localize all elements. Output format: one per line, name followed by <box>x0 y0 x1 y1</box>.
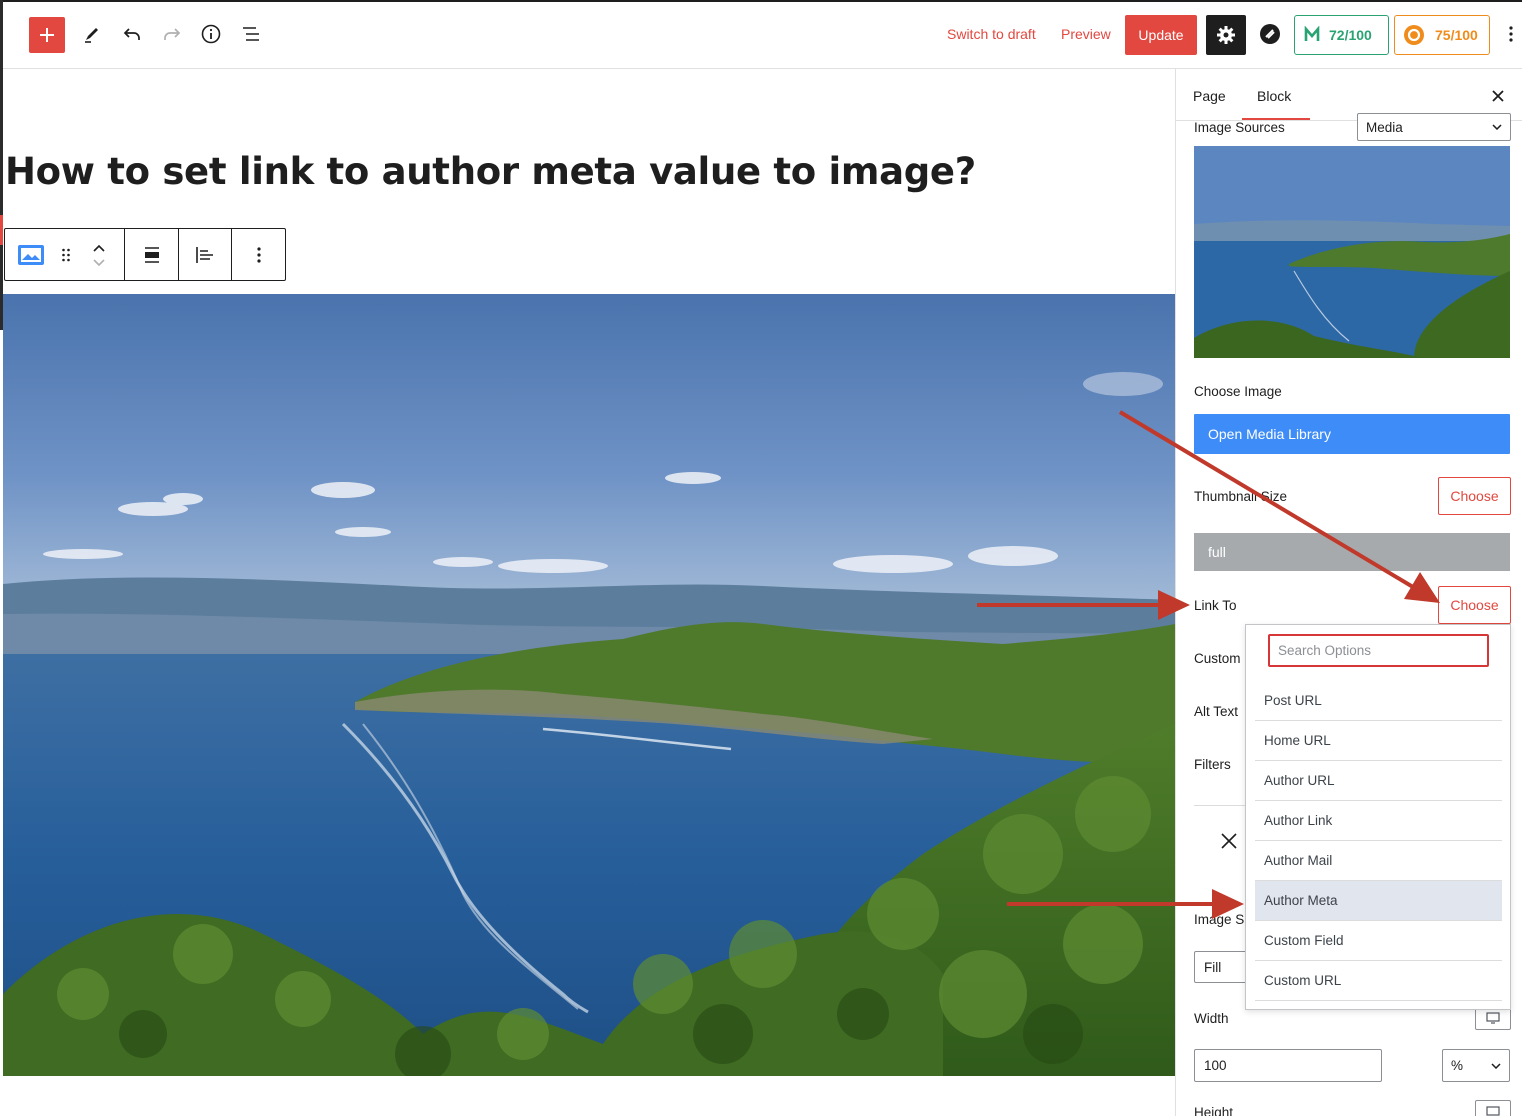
remove-button[interactable] <box>1220 832 1240 852</box>
image-sources-value: Media <box>1366 119 1403 135</box>
close-sidebar-button[interactable] <box>1488 86 1508 106</box>
desktop-icon <box>1486 1012 1500 1024</box>
drag-handle-icon <box>62 248 70 261</box>
post-title[interactable]: How to set link to author meta value to … <box>5 150 976 193</box>
option-custom-field[interactable]: Custom Field <box>1255 921 1502 961</box>
undo-icon <box>123 28 140 40</box>
tab-page[interactable]: Page <box>1193 88 1226 104</box>
chevron-up-down-icon <box>93 244 105 266</box>
tab-block[interactable]: Block <box>1257 88 1291 104</box>
chevron-down-icon <box>1492 124 1502 130</box>
redo-icon <box>164 28 181 40</box>
readability-logo-icon <box>1404 25 1424 45</box>
option-author-mail[interactable]: Author Mail <box>1255 841 1502 881</box>
plugin-button[interactable] <box>1252 16 1288 52</box>
alt-text-label: Alt Text <box>1194 704 1239 719</box>
link-to-label: Link To <box>1194 598 1237 613</box>
image-sources-select[interactable]: Media <box>1357 113 1511 141</box>
align-wide-icon <box>144 246 159 263</box>
wide-align-button[interactable] <box>125 229 178 280</box>
drag-handle[interactable] <box>57 229 75 280</box>
tools-button[interactable] <box>74 16 110 52</box>
chevron-down-icon <box>1491 1062 1501 1069</box>
link-to-choose-button[interactable]: Choose <box>1438 586 1511 624</box>
width-unit-select[interactable]: % <box>1442 1049 1510 1082</box>
object-fit-value: Fill <box>1204 959 1222 975</box>
thumbnail-size-value[interactable]: full <box>1194 533 1510 571</box>
plugin-logo-icon <box>1260 24 1280 44</box>
move-up-down-buttons[interactable] <box>75 229 123 280</box>
block-mover-group <box>5 229 125 280</box>
pencil-icon <box>85 28 98 43</box>
text-align-group <box>179 229 232 280</box>
block-options-button[interactable] <box>232 229 285 280</box>
block-toolbar <box>4 228 286 281</box>
details-button[interactable] <box>193 16 229 52</box>
seo-score-badge[interactable]: 72/100 <box>1294 15 1389 55</box>
option-author-link[interactable]: Author Link <box>1255 801 1502 841</box>
switch-to-draft-link[interactable]: Switch to draft <box>947 26 1036 42</box>
readability-score-value: 75/100 <box>1435 27 1478 43</box>
info-icon <box>201 24 221 44</box>
responsive-device-toggle[interactable] <box>1475 1100 1511 1116</box>
list-view-icon <box>243 27 259 41</box>
add-block-button[interactable] <box>29 17 65 53</box>
seo-logo-icon <box>1304 26 1320 41</box>
search-options-input[interactable]: Search Options <box>1268 634 1489 667</box>
thumbnail-choose-button[interactable]: Choose <box>1438 477 1511 515</box>
width-value: 100 <box>1204 1058 1227 1073</box>
close-icon <box>1492 90 1504 102</box>
align-group <box>125 229 179 280</box>
width-input[interactable]: 100 <box>1194 1049 1382 1082</box>
option-post-url[interactable]: Post URL <box>1255 681 1502 721</box>
seo-score-value: 72/100 <box>1329 27 1372 43</box>
redo-button[interactable] <box>154 16 190 52</box>
image-sources-label: Image Sources <box>1194 120 1285 135</box>
canvas-left-marker <box>0 215 3 245</box>
image-preview <box>1194 146 1510 358</box>
preview-link[interactable]: Preview <box>1061 26 1111 42</box>
landscape-image <box>3 294 1175 1076</box>
options-menu-button[interactable] <box>1500 16 1522 52</box>
editor-header: Switch to draft Preview Update 72/100 75… <box>0 0 1522 69</box>
more-group <box>232 229 285 280</box>
image-block-icon <box>18 244 44 265</box>
image-block[interactable] <box>3 294 1175 1076</box>
height-label: Height <box>1194 1105 1234 1116</box>
plus-icon <box>40 28 54 42</box>
option-custom-url[interactable]: Custom URL <box>1255 961 1502 1001</box>
option-author-meta[interactable]: Author Meta <box>1255 881 1502 921</box>
desktop-icon <box>1486 1106 1500 1116</box>
thumbnail-size-label: Thumbnail Size <box>1194 489 1288 504</box>
image-size-label: Image S <box>1194 912 1245 927</box>
settings-button[interactable] <box>1206 15 1246 55</box>
preview-image <box>1194 146 1510 358</box>
custom-label: Custom <box>1194 651 1241 666</box>
open-media-library-button[interactable]: Open Media Library <box>1194 414 1510 454</box>
list-view-button[interactable] <box>233 16 269 52</box>
width-label: Width <box>1194 1011 1229 1026</box>
gear-icon <box>1217 26 1235 44</box>
option-home-url[interactable]: Home URL <box>1255 721 1502 761</box>
close-icon <box>1221 833 1237 849</box>
top-edge <box>0 0 1522 2</box>
text-align-button[interactable] <box>179 229 231 280</box>
canvas-left-edge <box>0 0 3 330</box>
option-author-url[interactable]: Author URL <box>1255 761 1502 801</box>
choose-image-label: Choose Image <box>1194 384 1282 399</box>
more-vertical-icon <box>1509 26 1513 42</box>
readability-score-badge[interactable]: 75/100 <box>1394 15 1490 55</box>
width-unit-value: % <box>1451 1058 1464 1073</box>
block-type-button[interactable] <box>5 229 57 280</box>
update-button[interactable]: Update <box>1125 15 1197 55</box>
filters-label: Filters <box>1194 757 1231 772</box>
undo-button[interactable] <box>114 16 150 52</box>
align-left-icon <box>196 246 213 263</box>
link-to-options-dropdown: Search Options Post URL Home URL Author … <box>1245 624 1511 1010</box>
more-vertical-icon <box>256 246 261 263</box>
